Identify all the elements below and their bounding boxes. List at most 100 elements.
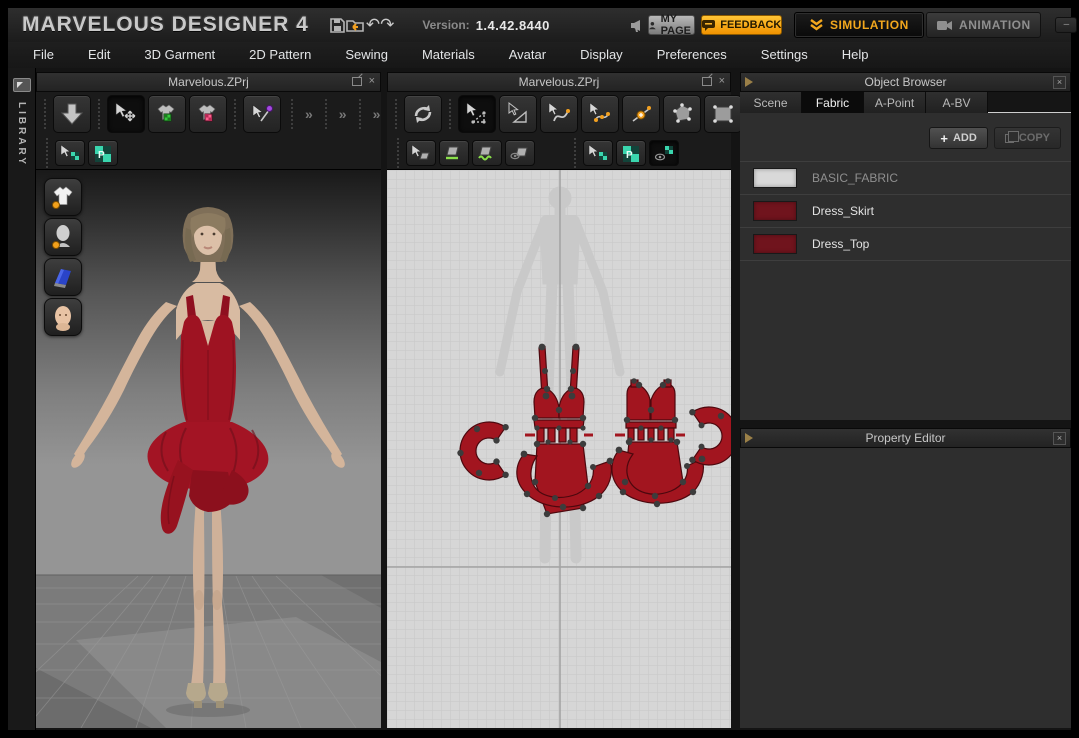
version-value: 1.4.42.8440 xyxy=(476,18,550,33)
pattern-texture-2d-tool[interactable]: P xyxy=(616,140,646,166)
svg-text:P: P xyxy=(626,150,633,161)
tab-fabric[interactable]: Fabric xyxy=(802,92,864,113)
edit-sewing-tool[interactable] xyxy=(406,140,436,166)
toolbar-overflow-icon[interactable]: » xyxy=(334,106,352,122)
simulation-tab[interactable]: SIMULATION xyxy=(794,12,924,38)
cursor-curve-icon xyxy=(546,101,572,127)
cursor-pin-icon xyxy=(249,101,275,127)
panel-close-icon[interactable]: × xyxy=(369,76,375,86)
object-browser-tabs: SceneFabricA-PointA-BV xyxy=(740,92,1071,113)
object-browser-close-icon[interactable]: × xyxy=(1053,76,1066,89)
viewport-3d[interactable] xyxy=(36,170,381,728)
menu-item-avatar[interactable]: Avatar xyxy=(492,42,563,68)
show-seams-tool[interactable] xyxy=(505,140,535,166)
down-arrow-icon xyxy=(59,101,85,127)
menu-item-help[interactable]: Help xyxy=(825,42,886,68)
pattern-texture-tool[interactable]: P xyxy=(88,140,118,166)
library-sidebar-tab[interactable]: LIBRARY xyxy=(8,68,36,730)
show-pattern-map-tool[interactable] xyxy=(189,95,227,133)
dock-arrow-icon[interactable] xyxy=(745,433,758,443)
panel-3d-garment: Marvelous.ZPrj × xyxy=(36,72,381,728)
animation-tab[interactable]: ANIMATION xyxy=(926,12,1041,38)
undo-icon[interactable]: ↶ xyxy=(366,14,380,36)
transform-pattern-tool[interactable] xyxy=(458,95,496,133)
library-head-button[interactable] xyxy=(44,298,82,336)
menu-item-file[interactable]: File xyxy=(16,42,71,68)
menu-item-materials[interactable]: Materials xyxy=(405,42,492,68)
app-window: MARVELOUS DESIGNER 4 ↶ ↷ Version: 1.4.42… xyxy=(8,8,1071,730)
megaphone-icon[interactable] xyxy=(630,14,648,36)
toolbar-overflow-icon[interactable]: » xyxy=(368,106,386,122)
fabric-fold-icon xyxy=(49,263,77,291)
panel-2d-pattern: Marvelous.ZPrj × xyxy=(387,72,731,728)
object-browser-header: Object Browser × xyxy=(740,72,1071,92)
simulate-drop-button[interactable] xyxy=(53,95,91,133)
video-camera-icon xyxy=(937,20,952,31)
right-dock: Object Browser × SceneFabricA-PointA-BV … xyxy=(740,72,1071,728)
scene-3d xyxy=(36,170,381,728)
fabric-name: Dress_Skirt xyxy=(812,204,874,218)
edit-curve-point-tool[interactable] xyxy=(581,95,619,133)
menu-item-sewing[interactable]: Sewing xyxy=(328,42,405,68)
show-garment-fit-tool[interactable] xyxy=(148,95,186,133)
checker-eye-icon xyxy=(653,144,675,162)
menu-item-2d-pattern[interactable]: 2D Pattern xyxy=(232,42,328,68)
polygon-pattern-tool[interactable] xyxy=(663,95,701,133)
pin-tool[interactable] xyxy=(243,95,281,133)
panel-3d-title: Marvelous.ZPrj xyxy=(168,75,249,89)
p-checker-icon: P xyxy=(621,144,641,162)
head-icon xyxy=(49,303,77,331)
minimize-button[interactable]: – xyxy=(1055,17,1077,33)
free-sewing-tool[interactable] xyxy=(472,140,502,166)
open-file-icon[interactable] xyxy=(346,14,366,36)
toolbar-2d-main: » xyxy=(387,92,731,136)
library-avatar-button[interactable] xyxy=(44,218,82,256)
edit-curvature-tool[interactable] xyxy=(540,95,578,133)
tab-a-bv[interactable]: A-BV xyxy=(926,92,988,113)
panel-2d-header: Marvelous.ZPrj × xyxy=(387,72,731,92)
undock-icon[interactable] xyxy=(702,77,712,86)
library-image-icon xyxy=(13,78,31,92)
menu-item-display[interactable]: Display xyxy=(563,42,640,68)
undock-icon[interactable] xyxy=(352,77,362,86)
cursor-outline-triangle-icon xyxy=(505,101,531,127)
feedback-button[interactable]: FEEDBACK xyxy=(701,15,782,35)
property-editor-close-icon[interactable]: × xyxy=(1053,432,1066,445)
show-texture-tool[interactable] xyxy=(649,140,679,166)
menu-item-3d-garment[interactable]: 3D Garment xyxy=(127,42,232,68)
dock-arrow-icon[interactable] xyxy=(745,77,758,87)
panel-3d-header: Marvelous.ZPrj × xyxy=(36,72,381,92)
sync-2d3d-button[interactable] xyxy=(404,95,442,133)
cursor-triangle-icon xyxy=(464,101,490,127)
menu-item-preferences[interactable]: Preferences xyxy=(640,42,744,68)
rectangle-pattern-tool[interactable] xyxy=(704,95,742,133)
panel-close-icon[interactable]: × xyxy=(719,76,725,86)
select-texture-2d-tool[interactable] xyxy=(583,140,613,166)
toolbar-overflow-icon[interactable]: » xyxy=(300,106,318,122)
edit-pattern-tool[interactable] xyxy=(499,95,537,133)
copy-fabric-button[interactable]: COPY xyxy=(994,127,1061,149)
select-texture-tool[interactable] xyxy=(55,140,85,166)
fabric-row-dress_top[interactable]: Dress_Top xyxy=(740,228,1071,261)
floppy-icon xyxy=(329,17,346,34)
library-fabric-button[interactable] xyxy=(44,258,82,296)
property-editor-title: Property Editor xyxy=(865,431,945,445)
tab-a-point[interactable]: A-Point xyxy=(864,92,926,113)
chat-bubble-icon xyxy=(702,20,715,31)
add-point-tool[interactable] xyxy=(622,95,660,133)
segment-sewing-tool[interactable] xyxy=(439,140,469,166)
select-move-tool[interactable] xyxy=(107,95,145,133)
menu-item-edit[interactable]: Edit xyxy=(71,42,127,68)
menu-item-settings[interactable]: Settings xyxy=(744,42,825,68)
tab-scene[interactable]: Scene xyxy=(740,92,802,113)
fabric-swatch xyxy=(753,201,797,221)
viewport-2d[interactable] xyxy=(387,170,731,728)
fabric-row-dress_skirt[interactable]: Dress_Skirt xyxy=(740,195,1071,228)
save-icon[interactable] xyxy=(329,14,346,36)
library-garment-button[interactable] xyxy=(44,178,82,216)
redo-icon[interactable]: ↷ xyxy=(380,14,394,36)
mode-tabs: SIMULATION ANIMATION xyxy=(794,12,1041,38)
my-page-button[interactable]: MY PAGE xyxy=(648,15,695,35)
add-fabric-button[interactable]: + ADD xyxy=(929,127,987,149)
fabric-row-basic_fabric[interactable]: BASIC_FABRIC xyxy=(740,162,1071,195)
